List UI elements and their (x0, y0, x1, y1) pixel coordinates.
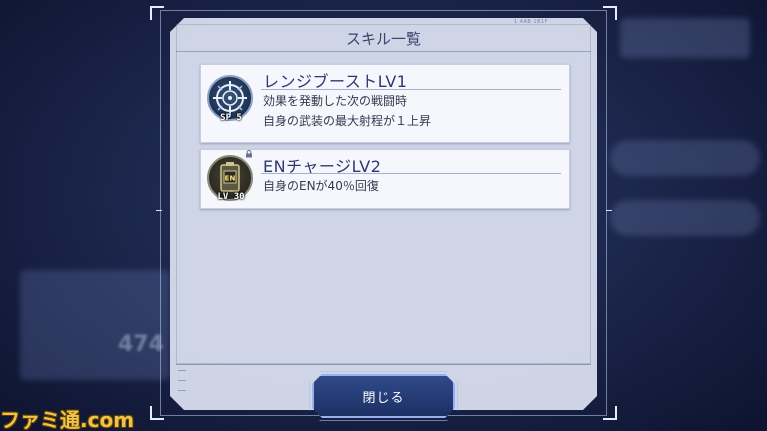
background-number: 474 (118, 332, 164, 357)
background-search-bar-1 (610, 140, 760, 176)
divider (261, 173, 561, 174)
background-top-right-panel (620, 18, 750, 58)
skill-level-label: LV 30 (217, 192, 245, 202)
frame-corner (603, 6, 617, 20)
modal-title: スキル一覧 (176, 26, 591, 52)
background-status-panel (20, 270, 170, 380)
background-search-bar-2 (610, 200, 760, 236)
description-line: 自身の武装の最大射程が１上昇 (263, 114, 432, 128)
close-button[interactable]: 閉じる (312, 374, 455, 418)
frame-corner (150, 6, 164, 20)
frame-corner (603, 406, 617, 420)
edge-tick (156, 210, 162, 211)
description-line: 自身のENが40％回復 (263, 179, 379, 193)
divider (261, 89, 561, 90)
side-tick (178, 370, 186, 371)
frame-corner (150, 406, 164, 420)
skill-description: 自身のENが40％回復 (263, 176, 379, 196)
edge-tick (606, 210, 612, 211)
skill-cost-label: SP 5 (220, 113, 242, 123)
description-line: 効果を発動した次の戦闘時 (263, 94, 408, 108)
watermark-logo: ファミ通.com (0, 408, 135, 431)
battery-glyph: EN (225, 175, 236, 183)
lock-icon (246, 150, 252, 158)
header-code: 1 4AB 1B1F (514, 19, 549, 25)
side-tick (178, 390, 186, 391)
side-tick (178, 380, 186, 381)
bottom-divider (176, 364, 591, 365)
skill-card[interactable]: EN LV 30 ENチャージLV2 自身のENが40％回復 (200, 149, 570, 209)
skill-description: 効果を発動した次の戦闘時 自身の武装の最大射程が１上昇 (263, 91, 431, 131)
skill-card[interactable]: SP 5 レンジブーストLV1 効果を発動した次の戦闘時 自身の武装の最大射程が… (200, 64, 570, 143)
